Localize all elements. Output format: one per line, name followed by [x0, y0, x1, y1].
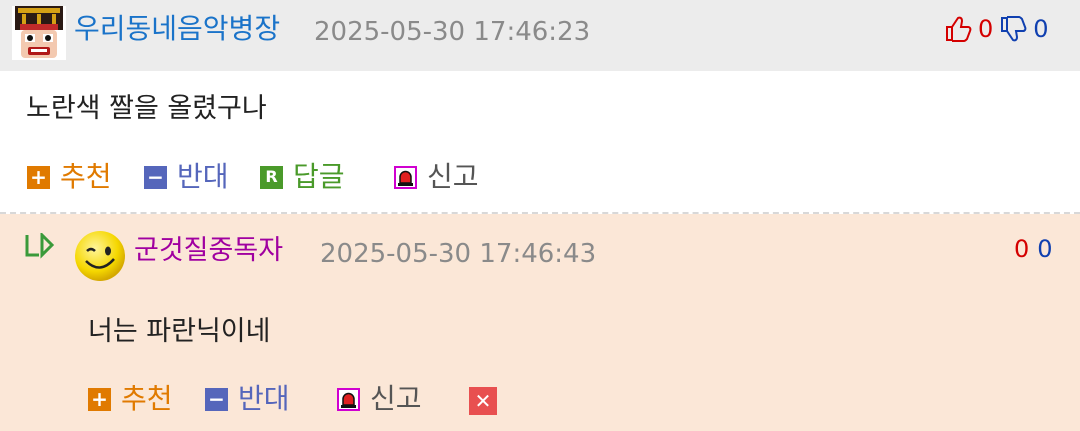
reply-downvote-count[interactable]: 0 [1037, 237, 1052, 261]
report-button[interactable]: 신고 [394, 163, 479, 191]
plus-icon: + [27, 165, 50, 189]
reply-upvote-count[interactable]: 0 [1014, 237, 1029, 261]
oppose-label: 반대 [177, 160, 229, 193]
reply-vote-area: 0 0 [1014, 237, 1053, 261]
report-label: 신고 [427, 160, 479, 193]
comment-timestamp: 2025-05-30 17:46:23 [314, 17, 591, 47]
reply-author[interactable]: 군것질중독자 [134, 237, 283, 264]
reply-block: 군것질중독자 2025-05-30 17:46:43 0 0 너는 파란닉이네 … [0, 214, 1080, 431]
siren-icon [394, 165, 417, 189]
reply-oppose-button[interactable]: − 반대 [205, 385, 290, 413]
reply-icon: R [260, 165, 283, 189]
reply-text: 너는 파란닉이네 [88, 316, 271, 347]
minus-icon: − [144, 165, 167, 189]
reply-arrow-icon [25, 233, 55, 259]
comment-text: 노란색 짤을 올렸구나 [26, 93, 267, 124]
siren-icon [337, 387, 360, 411]
reply-recommend-button[interactable]: + 추천 [88, 385, 173, 413]
downvote-count: 0 [1033, 15, 1049, 43]
comment-vote-area: 0 0 [944, 16, 1049, 42]
reply-label: 답글 [293, 160, 345, 193]
recommend-label: 추천 [60, 160, 112, 193]
delete-x-icon: ✕ [469, 387, 497, 415]
oppose-button[interactable]: − 반대 [144, 163, 229, 191]
thumbs-down-icon[interactable] [999, 16, 1027, 42]
smiley-avatar-icon[interactable] [73, 229, 127, 283]
plus-icon: + [88, 387, 111, 411]
recommend-button[interactable]: + 추천 [27, 163, 112, 191]
comment-author[interactable]: 우리동네음악병장 [74, 15, 280, 43]
reply-report-button[interactable]: 신고 [337, 385, 422, 413]
reply-button[interactable]: R 답글 [260, 163, 345, 191]
upvote-count: 0 [978, 15, 994, 43]
comment-header: 우리동네음악병장 2025-05-30 17:46:23 0 0 [0, 0, 1080, 71]
recommend-label: 추천 [121, 382, 173, 415]
nutcracker-avatar-icon[interactable] [12, 6, 66, 60]
oppose-label: 반대 [238, 382, 290, 415]
thumbs-up-icon[interactable] [944, 16, 972, 42]
reply-timestamp: 2025-05-30 17:46:43 [320, 239, 597, 269]
report-label: 신고 [370, 382, 422, 415]
delete-button[interactable]: ✕ [469, 387, 507, 415]
minus-icon: − [205, 387, 228, 411]
